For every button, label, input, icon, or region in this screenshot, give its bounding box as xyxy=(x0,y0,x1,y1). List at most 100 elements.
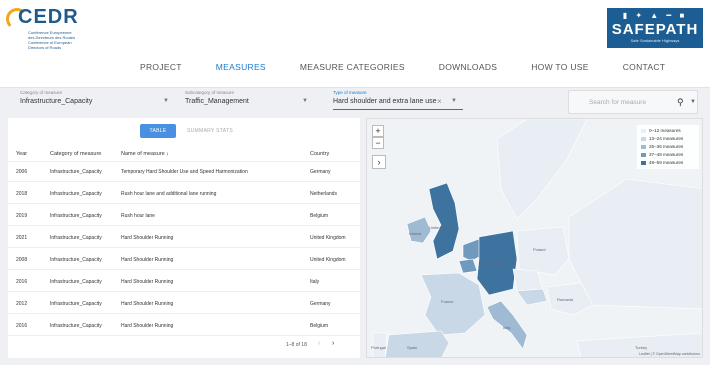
column-header-year[interactable]: Year xyxy=(16,151,27,157)
cell-category: Infrastructure_Capacity xyxy=(50,235,102,241)
column-header-category[interactable]: Category of measure xyxy=(50,151,101,157)
zoom-in-button[interactable]: + xyxy=(372,125,384,137)
map-label: France xyxy=(441,299,454,304)
legend-label: 13–24 measures xyxy=(649,136,684,141)
cell-year: 2019 xyxy=(16,213,28,219)
legend-label: 0–12 measures xyxy=(649,128,681,133)
zoom-out-button[interactable]: − xyxy=(372,137,384,149)
column-header-country[interactable]: Country xyxy=(310,151,329,157)
type-select[interactable]: Type of measure Hard shoulder and extra … xyxy=(333,88,473,118)
nav-measure-categories[interactable]: MEASURE CATEGORIES xyxy=(300,62,405,76)
clear-icon[interactable]: × xyxy=(437,97,442,106)
table-row[interactable]: 2016 Infrastructure_Capacity Hard Should… xyxy=(8,316,360,336)
map-label: United Kingdom xyxy=(429,225,458,230)
cell-category: Infrastructure_Capacity xyxy=(50,169,102,175)
legend-item: 13–24 measures xyxy=(639,135,697,143)
legend-label: 49–59 measures xyxy=(649,160,684,165)
prev-page-icon[interactable]: ‹ xyxy=(318,340,320,347)
table-row[interactable]: 2021 Infrastructure_Capacity Hard Should… xyxy=(8,228,360,248)
tab-table[interactable]: TABLE xyxy=(140,124,176,138)
map-label: Portugal xyxy=(371,345,386,350)
cell-category: Infrastructure_Capacity xyxy=(50,191,102,197)
chevron-down-icon[interactable]: ▼ xyxy=(690,99,696,105)
map-label: Germany xyxy=(485,259,502,264)
cell-category: Infrastructure_Capacity xyxy=(50,257,102,263)
map-attribution[interactable]: Leaflet | © OpenStreetMap contributors xyxy=(639,352,700,356)
search-box[interactable]: Search for measure ⚲ ▼ xyxy=(568,90,698,114)
chevron-right-icon[interactable]: › xyxy=(372,155,386,169)
cedr-logo-mark: CEDR xyxy=(6,6,78,30)
cell-country: Italy xyxy=(310,279,320,285)
column-header-name[interactable]: Name of measure ↓ xyxy=(121,151,169,157)
safepath-logo[interactable]: ▮ ✦ ▲ ━ ■ SAFEPATH Safe Sustainable High… xyxy=(607,8,703,48)
cell-category: Infrastructure_Capacity xyxy=(50,323,102,329)
table-row[interactable]: 2012 Infrastructure_Capacity Hard Should… xyxy=(8,294,360,314)
main-nav: PROJECT MEASURES MEASURE CATEGORIES DOWN… xyxy=(140,62,699,76)
table-row[interactable]: 2006 Infrastructure_Capacity Temporary H… xyxy=(8,162,360,182)
map-label: Italy xyxy=(503,325,511,330)
nav-project[interactable]: PROJECT xyxy=(140,62,182,76)
cell-country: Germany xyxy=(310,301,331,307)
legend-label: 25–36 measures xyxy=(649,144,684,149)
logo-line: Directors of Roads xyxy=(28,45,62,50)
cell-year: 2012 xyxy=(16,301,28,307)
nav-how-to-use[interactable]: HOW TO USE xyxy=(531,62,588,76)
legend-swatch xyxy=(641,129,646,133)
cell-year: 2008 xyxy=(16,257,28,263)
measures-table-panel: TABLE SUMMARY STATS Year Category of mea… xyxy=(8,118,360,358)
subcategory-select[interactable]: Subcategory of measure Traffic_Managemen… xyxy=(185,88,315,118)
table-row[interactable]: 2016 Infrastructure_Capacity Hard Should… xyxy=(8,272,360,292)
cell-country: Belgium xyxy=(310,323,329,329)
table-row[interactable]: 2008 Infrastructure_Capacity Hard Should… xyxy=(8,250,360,270)
category-select[interactable]: Category of measure Infrastructure_Capac… xyxy=(20,88,169,118)
header: CEDR Conférence Européenne des Directeur… xyxy=(0,0,710,88)
nav-contact[interactable]: CONTACT xyxy=(623,62,666,76)
legend-swatch xyxy=(641,145,646,149)
nav-downloads[interactable]: DOWNLOADS xyxy=(439,62,497,76)
table-row[interactable]: 2019 Infrastructure_Capacity Rush hour l… xyxy=(8,206,360,226)
subcategory-label: Subcategory of measure xyxy=(185,90,235,95)
cell-name: Hard Shoulder Running xyxy=(121,257,174,263)
map-label: Romania xyxy=(557,297,574,302)
next-page-icon[interactable]: › xyxy=(332,340,334,347)
legend-item: 37–48 measures xyxy=(639,151,697,159)
logo-text: CEDR xyxy=(18,6,79,28)
legend-item: 25–36 measures xyxy=(639,143,697,151)
cell-category: Infrastructure_Capacity xyxy=(50,213,102,219)
cedr-logo[interactable]: CEDR Conférence Européenne des Directeur… xyxy=(6,6,110,50)
cell-name: Hard Shoulder Running xyxy=(121,301,174,307)
cell-name: Rush hour lane xyxy=(121,213,155,219)
type-label: Type of measure xyxy=(333,90,367,95)
cell-country: United Kingdom xyxy=(310,257,346,263)
chevron-down-icon[interactable]: ▼ xyxy=(451,98,457,104)
logo-subtitle: Conférence Européenne des Directeurs des… xyxy=(28,30,98,50)
table-header-row: Year Category of measure Name of measure… xyxy=(8,146,360,162)
cell-country: Belgium xyxy=(310,213,329,219)
choropleth-map[interactable]: + − › Ireland United Kingdom Germany Pol… xyxy=(366,118,703,358)
chevron-down-icon[interactable]: ▼ xyxy=(163,98,169,104)
chevron-down-icon[interactable]: ▼ xyxy=(302,98,308,104)
search-placeholder: Search for measure xyxy=(589,99,647,106)
legend-swatch xyxy=(641,153,646,157)
cell-country: Germany xyxy=(310,169,331,175)
cell-year: 2021 xyxy=(16,235,28,241)
cell-year: 2006 xyxy=(16,169,28,175)
cell-name: Hard Shoulder Running xyxy=(121,323,174,329)
legend-swatch xyxy=(641,161,646,165)
search-icon[interactable]: ⚲ xyxy=(677,97,684,108)
cell-country: Netherlands xyxy=(310,191,337,197)
map-legend: 0–12 measures 13–24 measures 25–36 measu… xyxy=(637,125,699,169)
legend-label: 37–48 measures xyxy=(649,152,684,157)
legend-item: 0–12 measures xyxy=(639,127,697,135)
type-value: Hard shoulder and extra lane use xyxy=(333,98,437,105)
tab-summary-stats[interactable]: SUMMARY STATS xyxy=(182,124,238,138)
nav-measures[interactable]: MEASURES xyxy=(216,62,266,76)
table-row[interactable]: 2018 Infrastructure_Capacity Rush hour l… xyxy=(8,184,360,204)
map-label: Ireland xyxy=(409,231,422,236)
cell-category: Infrastructure_Capacity xyxy=(50,301,102,307)
brand-name: SAFEPATH xyxy=(611,21,699,38)
filter-bar: Category of measure Infrastructure_Capac… xyxy=(8,88,703,118)
cell-name: Temporary Hard Shoulder Use and Speed Ha… xyxy=(121,169,248,175)
category-label: Category of measure xyxy=(20,90,63,95)
cell-year: 2016 xyxy=(16,323,28,329)
